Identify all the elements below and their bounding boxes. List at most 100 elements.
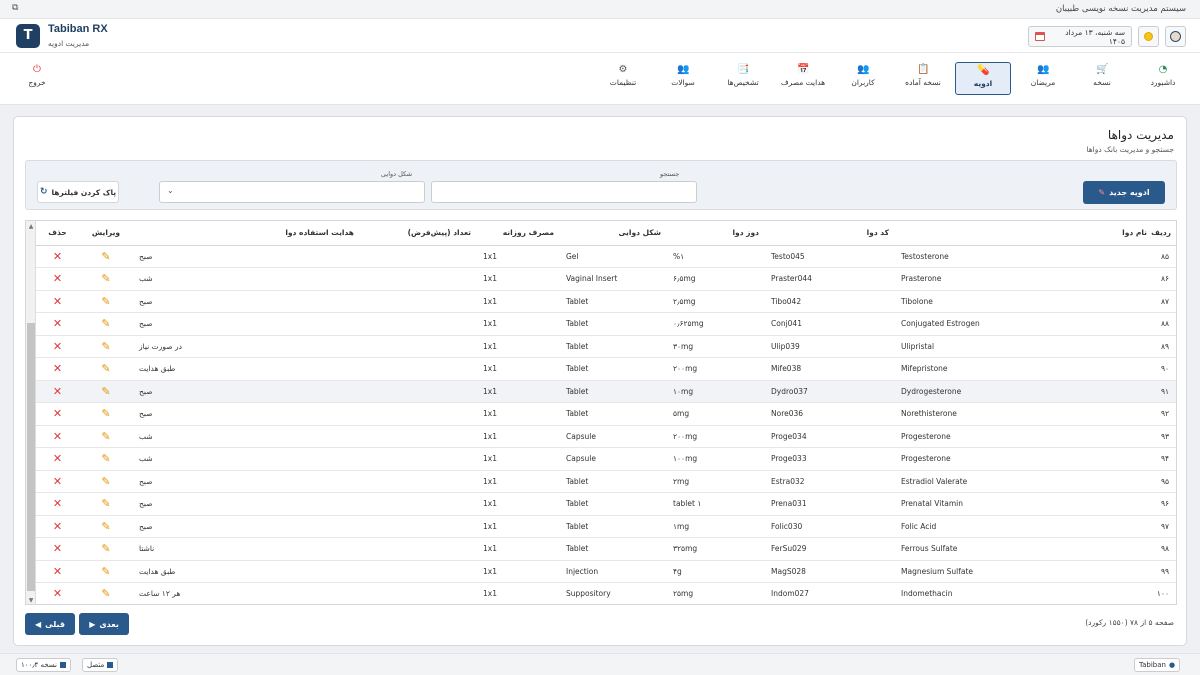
- edit-icon[interactable]: ✎: [101, 407, 110, 420]
- table-row[interactable]: ۹۹ Magnesium Sulfate MagS028 ۴g Injection 1x1…: [36, 560, 1176, 583]
- theme-toggle-button[interactable]: [1138, 26, 1159, 47]
- delete-icon[interactable]: ✕: [53, 295, 62, 308]
- nav-item-8[interactable]: 👥 سوالات: [655, 62, 711, 95]
- table-row[interactable]: ۹۷ Folic Acid Folic030 ۱mg Tablet 1x1 صبح ✎ ✕: [36, 515, 1176, 538]
- search-input[interactable]: [431, 181, 697, 203]
- column-header[interactable]: کد دوا: [765, 221, 895, 246]
- delete-icon[interactable]: ✕: [53, 587, 62, 600]
- delete-icon[interactable]: ✕: [53, 250, 62, 263]
- nav-item-1[interactable]: 🛒 نسخه: [1074, 62, 1130, 95]
- table-cell: 1x1: [477, 312, 560, 336]
- nav-item-4[interactable]: 📋 نسخه آماده: [895, 62, 951, 95]
- table-row[interactable]: ۹۰ Mifepristone Mife038 ۲۰۰mg Tablet 1x1 طبق ه…: [36, 357, 1176, 381]
- restore-window-icon[interactable]: ⧉: [12, 3, 18, 13]
- delete-icon[interactable]: ✕: [53, 520, 62, 533]
- nav-item-7[interactable]: 📑 تشخیص‌ها: [715, 62, 771, 95]
- nav-item-5[interactable]: 👥 کاربران: [835, 62, 891, 95]
- column-header[interactable]: ویرایش: [79, 221, 133, 246]
- table-cell: ۹۴: [1153, 447, 1176, 471]
- edit-icon[interactable]: ✎: [101, 542, 110, 555]
- next-page-button[interactable]: بعدی ▶: [79, 613, 129, 635]
- column-header[interactable]: تعداد (پیش‌فرض): [360, 221, 477, 246]
- delete-icon[interactable]: ✕: [53, 340, 62, 353]
- delete-icon[interactable]: ✕: [53, 407, 62, 420]
- table-cell: [360, 470, 477, 493]
- edit-icon[interactable]: ✎: [101, 520, 110, 533]
- table-row[interactable]: ۱۰۰ Indomethacin Indom027 ۲۵mg Suppository 1x…: [36, 582, 1176, 604]
- table-cell: ۵mg: [667, 402, 765, 426]
- form-filter-label: شکل دوایی: [381, 170, 413, 178]
- edit-icon[interactable]: ✎: [101, 475, 110, 488]
- date-display[interactable]: سه شنبه، ۱۳ مرداد ۱۴۰۵: [1028, 26, 1132, 47]
- table-cell: ۱mg: [667, 515, 765, 538]
- edit-icon[interactable]: ✎: [101, 565, 110, 578]
- column-header[interactable]: حذف: [36, 221, 79, 246]
- nav-item-3[interactable]: 💊 ادویه: [955, 62, 1011, 95]
- nav-item-6[interactable]: 📅 هدایت مصرف: [775, 62, 831, 95]
- delete-icon[interactable]: ✕: [53, 317, 62, 330]
- chevron-down-icon: ⌄: [167, 186, 174, 195]
- column-header[interactable]: مصرف روزانه: [477, 221, 560, 246]
- table-row[interactable]: ۹۱ Dydrogesterone Dydro037 ۱۰mg Tablet 1x1 صبح…: [36, 380, 1176, 403]
- edit-icon[interactable]: ✎: [101, 497, 110, 510]
- scroll-down-icon[interactable]: ▼: [27, 596, 35, 604]
- table-cell: ۴g: [667, 560, 765, 583]
- column-header[interactable]: ردیف: [1151, 221, 1176, 246]
- delete-icon[interactable]: ✕: [53, 362, 62, 375]
- nav-item-0[interactable]: ◔ داشبورد: [1135, 62, 1191, 95]
- nav-item-9[interactable]: ⚙ تنظیمات: [595, 62, 651, 95]
- window-titlebar: ⧉ سیستم مدیریت نسخه نویسی طبیبان: [0, 0, 1200, 19]
- new-medicine-button[interactable]: ادویه جدید ✎: [1083, 181, 1165, 204]
- table-row[interactable]: ۸۸ Conjugated Estrogen Conj041 ۰٫۶۲۵mg Table…: [36, 312, 1176, 336]
- table-row[interactable]: ۹۶ Prenatal Vitamin Prena031 tablet ۱ Tablet…: [36, 492, 1176, 516]
- table-row[interactable]: ۸۷ Tibolone Tibo042 ۲٫۵mg Tablet 1x1 صبح ✎ ✕: [36, 290, 1176, 313]
- edit-icon[interactable]: ✎: [101, 340, 110, 353]
- delete-icon[interactable]: ✕: [53, 272, 62, 285]
- table-row[interactable]: ۹۸ Ferrous Sulfate FerSu029 ۳۲۵mg Tablet 1x1 ن…: [36, 537, 1176, 561]
- table-row[interactable]: ۸۶ Prasterone Praster044 ۶٫۵mg Vaginal Inser…: [36, 267, 1176, 291]
- pagination-info: صفحه ۵ از ۷۸ (۱۵۵۰ رکورد): [1085, 618, 1174, 627]
- edit-icon[interactable]: ✎: [101, 452, 110, 465]
- edit-icon[interactable]: ✎: [101, 430, 110, 443]
- edit-cell: ✎: [79, 470, 133, 493]
- table-row[interactable]: ۸۹ Ulipristal Ulip039 ۳۰mg Tablet 1x1 در صورت …: [36, 335, 1176, 358]
- delete-icon[interactable]: ✕: [53, 497, 62, 510]
- edit-icon[interactable]: ✎: [101, 272, 110, 285]
- logout-button[interactable]: ⏻ خروج: [9, 62, 65, 95]
- table-row[interactable]: ۹۴ Progesterone Proge033 ۱۰۰mg Capsule 1x1 شب ✎…: [36, 447, 1176, 471]
- delete-icon[interactable]: ✕: [53, 542, 62, 555]
- user-menu-button[interactable]: [1165, 26, 1186, 47]
- edit-icon[interactable]: ✎: [101, 295, 110, 308]
- edit-icon[interactable]: ✎: [101, 385, 110, 398]
- column-header[interactable]: نام دوا: [895, 221, 1153, 246]
- delete-icon[interactable]: ✕: [53, 475, 62, 488]
- column-header[interactable]: هدایت استفاده دوا: [133, 221, 360, 246]
- scrollbar-thumb[interactable]: [27, 323, 35, 591]
- table-cell: ۹۳: [1153, 425, 1176, 448]
- table-row[interactable]: ۹۵ Estradiol Valerate Estra032 ۲mg Tablet 1x1…: [36, 470, 1176, 493]
- table-cell: 1x1: [477, 582, 560, 604]
- table-row[interactable]: ۸۵ Testosterone Testo045 %۱ Gel 1x1 صبح ✎ ✕: [36, 245, 1176, 268]
- clear-filters-button[interactable]: پاک کردن فیلترها ↻: [37, 181, 119, 203]
- edit-icon[interactable]: ✎: [101, 587, 110, 600]
- column-header[interactable]: شکل دوایی: [560, 221, 667, 246]
- form-filter-select[interactable]: ⌄: [159, 181, 425, 203]
- table-row[interactable]: ۹۳ Progesterone Proge034 ۲۰۰mg Capsule 1x1 شب ✎…: [36, 425, 1176, 448]
- prev-page-button[interactable]: قبلی ◀: [25, 613, 75, 635]
- table-row[interactable]: ۹۲ Norethisterone Nore036 ۵mg Tablet 1x1 صبح ✎ ✕: [36, 402, 1176, 426]
- table-scrollbar[interactable]: ▲ ▼: [26, 221, 36, 604]
- nav-item-2[interactable]: 👥 مریضان: [1015, 62, 1071, 95]
- calendar-icon: 📅: [797, 64, 810, 75]
- delete-icon[interactable]: ✕: [53, 385, 62, 398]
- date-text: سه شنبه، ۱۳ مرداد ۱۴۰۵: [1065, 27, 1125, 46]
- scroll-up-icon[interactable]: ▲: [27, 222, 35, 231]
- column-header[interactable]: دوز دوا: [667, 221, 765, 246]
- edit-icon[interactable]: ✎: [101, 317, 110, 330]
- delete-icon[interactable]: ✕: [53, 430, 62, 443]
- status-user[interactable]: ● Tabiban: [1134, 658, 1181, 672]
- delete-icon[interactable]: ✕: [53, 452, 62, 465]
- edit-icon[interactable]: ✎: [101, 250, 110, 263]
- window-title: سیستم مدیریت نسخه نویسی طبیبان: [1055, 4, 1186, 14]
- delete-icon[interactable]: ✕: [53, 565, 62, 578]
- edit-icon[interactable]: ✎: [101, 362, 110, 375]
